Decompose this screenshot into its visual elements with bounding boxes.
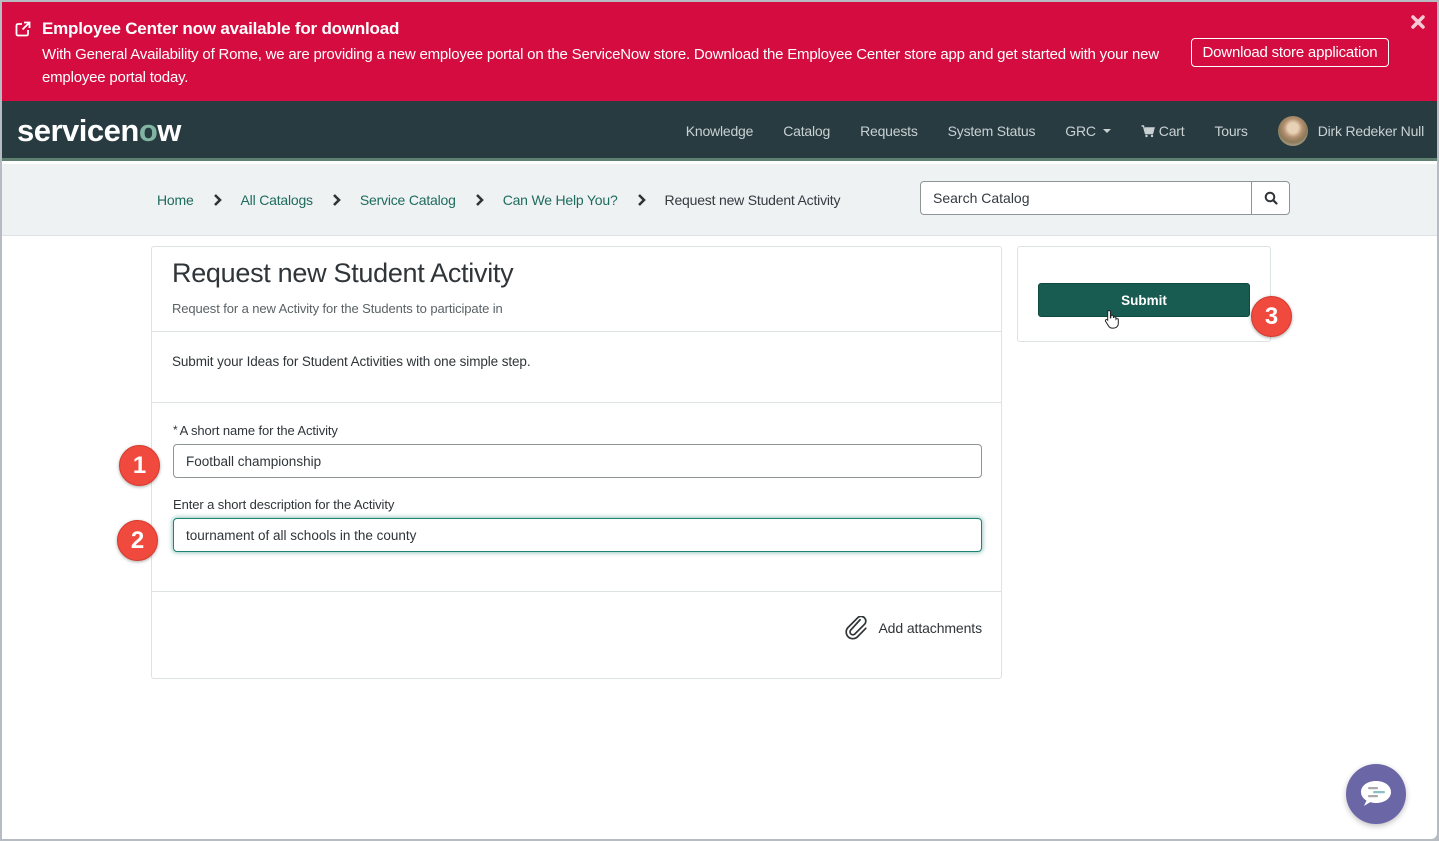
order-side-card: Submit bbox=[1017, 246, 1271, 342]
breadcrumb-service-catalog[interactable]: Service Catalog bbox=[360, 192, 456, 208]
step-badge-1: 1 bbox=[119, 445, 160, 486]
nav-cart[interactable]: Cart bbox=[1141, 123, 1185, 139]
card-footer: Add attachments bbox=[152, 592, 1001, 679]
chat-bubble-icon bbox=[1361, 781, 1391, 806]
user-menu[interactable]: Dirk Redeker Null bbox=[1277, 116, 1424, 146]
nav-requests[interactable]: Requests bbox=[860, 123, 918, 139]
logo-o: o bbox=[138, 113, 158, 148]
user-name: Dirk Redeker Null bbox=[1317, 123, 1424, 139]
paperclip-icon bbox=[845, 616, 868, 640]
chevron-right-icon bbox=[475, 194, 484, 206]
page-title: Request new Student Activity bbox=[172, 258, 514, 288]
nav-label: Catalog bbox=[783, 123, 831, 139]
activity-name-label: * A short name for the Activity bbox=[173, 423, 982, 443]
nav-label: Requests bbox=[860, 123, 918, 139]
banner-body: With General Availability of Rome, we ar… bbox=[42, 46, 1159, 86]
nav-links: Knowledge Catalog Requests System Status… bbox=[671, 101, 1437, 161]
item-description: Submit your Ideas for Student Activities… bbox=[152, 332, 1001, 403]
banner-title: Employee Center now available for downlo… bbox=[42, 19, 400, 38]
avatar bbox=[1277, 116, 1308, 146]
catalog-search bbox=[920, 181, 1290, 215]
breadcrumb-all-catalogs[interactable]: All Catalogs bbox=[241, 192, 314, 208]
hand-pointer-cursor-icon bbox=[1104, 309, 1119, 329]
activity-name-input[interactable] bbox=[173, 444, 982, 478]
card-header: Request new Student Activity Request for… bbox=[152, 247, 1001, 332]
chevron-right-icon bbox=[332, 194, 341, 206]
search-icon bbox=[1264, 191, 1278, 205]
download-store-application-button[interactable]: Download store application bbox=[1191, 38, 1389, 67]
nav-knowledge[interactable]: Knowledge bbox=[685, 123, 754, 139]
nav-system-status[interactable]: System Status bbox=[948, 123, 1036, 139]
cart-icon bbox=[1141, 124, 1155, 137]
nav-label: Cart bbox=[1158, 123, 1185, 139]
step-badge-2: 2 bbox=[117, 520, 158, 561]
nav-label: System Status bbox=[947, 123, 1036, 139]
breadcrumb: Home All Catalogs Service Catalog Can We… bbox=[157, 192, 840, 208]
breadcrumb-current: Request new Student Activity bbox=[664, 192, 841, 208]
logo-text-end: w bbox=[157, 113, 181, 148]
caret-down-icon bbox=[1102, 129, 1111, 133]
label-text: A short name for the Activity bbox=[179, 423, 338, 438]
add-attachments-label: Add attachments bbox=[878, 620, 982, 636]
nav-label: GRC bbox=[1065, 123, 1096, 139]
chat-button[interactable] bbox=[1346, 764, 1406, 824]
submit-button[interactable]: Submit bbox=[1038, 283, 1250, 317]
logo-text: servicen bbox=[17, 113, 139, 148]
variables-form: *A short name for the Activity Enter a s… bbox=[152, 403, 1001, 592]
activity-description-label: Enter a short description for the Activi… bbox=[173, 497, 395, 512]
search-button[interactable] bbox=[1251, 182, 1289, 214]
breadcrumb-home[interactable]: Home bbox=[157, 192, 194, 208]
nav-grc-dropdown[interactable]: GRC bbox=[1065, 123, 1111, 139]
item-subtitle: Request for a new Activity for the Stude… bbox=[172, 301, 503, 316]
chevron-right-icon bbox=[213, 194, 222, 206]
chevron-right-icon bbox=[637, 194, 646, 206]
top-navbar: servicenow Knowledge Catalog Requests Sy… bbox=[2, 101, 1437, 161]
step-badge-3: 3 bbox=[1251, 296, 1292, 337]
breadcrumb-can-we-help-you[interactable]: Can We Help You? bbox=[503, 192, 618, 208]
external-link-icon bbox=[15, 21, 31, 37]
close-icon[interactable] bbox=[1410, 14, 1426, 30]
breadcrumb-bar: Home All Catalogs Service Catalog Can We… bbox=[2, 164, 1437, 236]
activity-description-input[interactable] bbox=[173, 518, 982, 552]
nav-catalog[interactable]: Catalog bbox=[783, 123, 830, 139]
servicenow-logo[interactable]: servicenow bbox=[17, 113, 181, 149]
announcement-banner: Employee Center now available for downlo… bbox=[2, 2, 1437, 101]
browser-frame: Employee Center now available for downlo… bbox=[2, 2, 1437, 839]
add-attachments-button[interactable]: Add attachments bbox=[843, 616, 982, 640]
nav-label: Knowledge bbox=[685, 123, 754, 139]
nav-tours[interactable]: Tours bbox=[1214, 123, 1247, 139]
catalog-item-card: Request new Student Activity Request for… bbox=[151, 246, 1002, 679]
nav-label: Tours bbox=[1214, 123, 1248, 139]
search-catalog-input[interactable] bbox=[921, 182, 1251, 214]
required-marker: * bbox=[173, 423, 178, 437]
